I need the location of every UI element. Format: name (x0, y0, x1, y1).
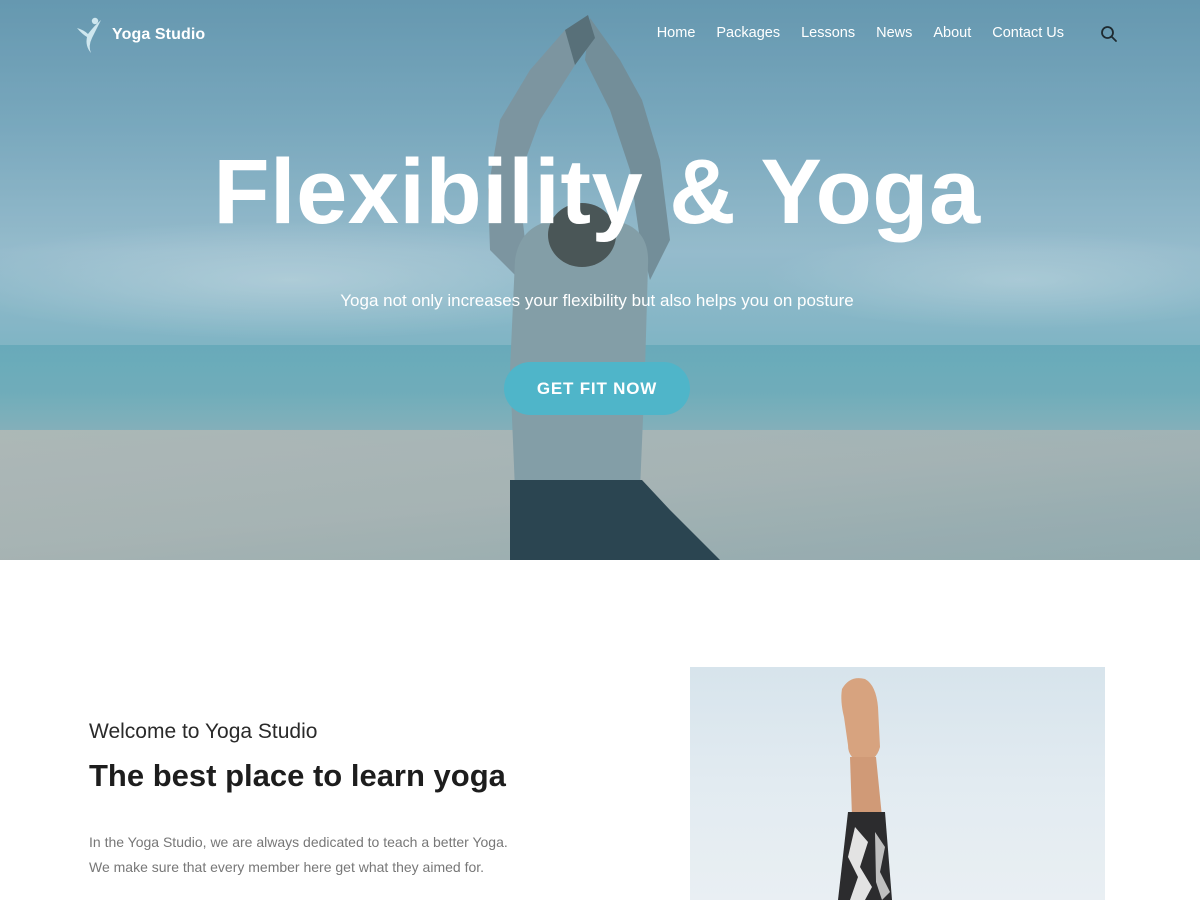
brand-logo[interactable]: Yoga Studio (74, 16, 205, 54)
nav-item-home[interactable]: Home (657, 25, 696, 41)
get-fit-now-button[interactable]: GET FIT NOW (504, 362, 690, 415)
hero-subtitle: Yoga not only increases your flexibility… (340, 291, 854, 310)
nav-item-news[interactable]: News (876, 25, 912, 41)
main-menu: Home Packages Lessons News About Contact… (657, 25, 1064, 41)
yoga-leg-photo (690, 667, 1105, 900)
search-icon[interactable] (1100, 25, 1118, 43)
welcome-body-text: In the Yoga Studio, we are always dedica… (89, 834, 508, 875)
brand-name: Yoga Studio (112, 26, 206, 43)
nav-item-about[interactable]: About (933, 25, 971, 41)
welcome-title: The best place to learn yoga (89, 758, 506, 793)
welcome-kicker: Welcome to Yoga Studio (89, 720, 318, 743)
top-navigation: Yoga Studio Home Packages Lessons News A… (0, 0, 1200, 68)
yoga-figure-icon (77, 17, 101, 53)
raised-leg-image (838, 678, 892, 900)
nav-item-lessons[interactable]: Lessons (801, 25, 855, 41)
hero-section: Yoga Studio Home Packages Lessons News A… (0, 0, 1200, 560)
nav-item-contact-us[interactable]: Contact Us (992, 25, 1064, 41)
hero-title: Flexibility & Yoga (213, 141, 981, 243)
nav-item-packages[interactable]: Packages (716, 25, 780, 41)
hero-overlay (0, 0, 1200, 560)
